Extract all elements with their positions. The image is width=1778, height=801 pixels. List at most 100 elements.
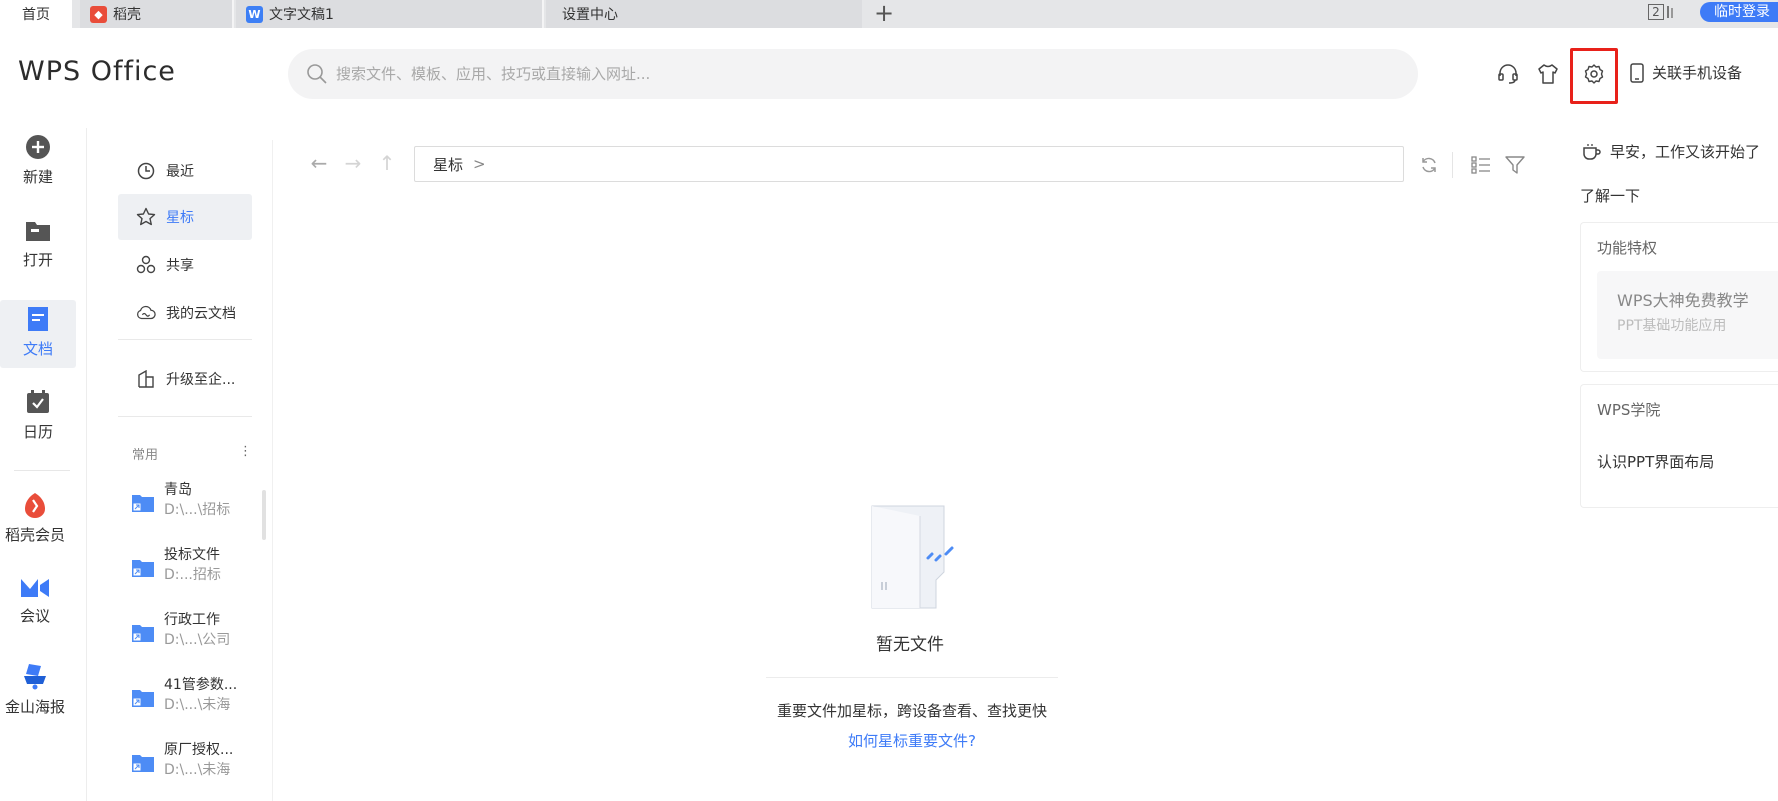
arrow-left-icon: ← bbox=[310, 151, 328, 175]
writer-doc-icon: W bbox=[246, 5, 263, 23]
nav-new-label: 新建 bbox=[22, 168, 53, 186]
toolbar-divider bbox=[1452, 152, 1453, 178]
folder-name: 青岛 bbox=[164, 482, 192, 498]
refresh-icon[interactable] bbox=[1418, 154, 1440, 176]
empty-title: 暂无文件 bbox=[876, 635, 944, 655]
nav-calendar[interactable]: 日历 bbox=[0, 383, 76, 451]
tab-bar: 首页 ◆ 稻壳 W 文字文稿1 设置中心 + 2 临时登录 bbox=[0, 0, 1778, 28]
window-count: 2 bbox=[1648, 4, 1664, 20]
nav-docer-vip[interactable]: 稻壳会员 bbox=[0, 486, 70, 554]
subnav-share[interactable]: 共享 bbox=[118, 242, 252, 288]
plus-icon: + bbox=[873, 0, 895, 27]
tab-settings-center[interactable]: 设置中心 bbox=[546, 0, 862, 28]
filter-icon[interactable] bbox=[1504, 154, 1526, 176]
academy-item[interactable]: 认识PPT界面布局 bbox=[1597, 451, 1714, 472]
subnav-upgrade[interactable]: 升级至企... bbox=[118, 356, 252, 402]
empty-divider bbox=[766, 677, 1058, 678]
nav-poster-label: 金山海报 bbox=[4, 698, 65, 716]
nav-meeting-label: 会议 bbox=[19, 607, 50, 625]
folder-name: 投标文件 bbox=[164, 547, 220, 563]
folder-shortcut-icon bbox=[132, 624, 154, 644]
frequent-folder[interactable]: 投标文件 D:...招标 bbox=[132, 545, 262, 591]
skin-shirt-icon[interactable] bbox=[1536, 62, 1560, 86]
up-button[interactable]: ↑ bbox=[376, 152, 398, 174]
more-vertical-icon[interactable]: ⋮ bbox=[239, 444, 252, 463]
folder-name: 41管参数... bbox=[164, 677, 238, 693]
share-nodes-icon bbox=[136, 255, 156, 275]
chevron-right-icon: > bbox=[473, 155, 486, 173]
folder-path: D:\...\未海 bbox=[164, 697, 231, 713]
learn-more-heading: 了解一下 bbox=[1580, 187, 1641, 205]
path-bar[interactable]: 星标 > bbox=[414, 146, 1404, 182]
building-icon bbox=[136, 369, 156, 389]
video-meeting-icon bbox=[21, 579, 49, 597]
how-to-star-link[interactable]: 如何星标重要文件? bbox=[780, 730, 1044, 751]
folder-open-icon bbox=[26, 222, 50, 241]
tab-settings-label: 设置中心 bbox=[562, 7, 618, 23]
tab-docer-label: 稻壳 bbox=[113, 7, 141, 23]
folder-shortcut-icon bbox=[132, 689, 154, 709]
wps-logo: WPS Office bbox=[18, 56, 176, 87]
cloud-icon bbox=[136, 303, 156, 323]
wps-window: 首页 ◆ 稻壳 W 文字文稿1 设置中心 + 2 临时登录 WPS Office bbox=[0, 0, 1778, 801]
docer-vip-icon bbox=[25, 493, 45, 518]
nav-open-label: 打开 bbox=[22, 251, 53, 269]
tab-home[interactable]: 首页 bbox=[0, 0, 72, 28]
frequent-group-title: 常用 bbox=[132, 448, 159, 463]
subnav-recent[interactable]: 最近 bbox=[118, 148, 252, 194]
temp-login-button[interactable]: 临时登录 bbox=[1700, 2, 1778, 22]
folder-path: D:...招标 bbox=[164, 567, 221, 583]
frequent-folder[interactable]: 行政工作 D:\...\公司 bbox=[132, 610, 262, 656]
search-icon bbox=[307, 64, 327, 84]
nav-documents[interactable]: 文档 bbox=[0, 300, 76, 368]
tab-document[interactable]: W 文字文稿1 bbox=[236, 0, 542, 28]
card-item[interactable]: WPS大神免费教学 PPT基础功能应用 bbox=[1597, 271, 1778, 359]
document-icon bbox=[28, 307, 48, 331]
folder-path: D:\...\未海 bbox=[164, 762, 231, 778]
tab-docer[interactable]: ◆ 稻壳 bbox=[80, 0, 232, 28]
search-input[interactable] bbox=[336, 65, 1386, 83]
frequent-folder[interactable]: 41管参数... D:\...\未海 bbox=[132, 675, 262, 721]
frequent-folder[interactable]: 青岛 D:\...\招标 bbox=[132, 480, 262, 526]
calendar-icon bbox=[27, 390, 49, 413]
headset-icon[interactable] bbox=[1496, 62, 1520, 86]
nav-meeting[interactable]: 会议 bbox=[0, 571, 70, 639]
poster-icon bbox=[24, 664, 46, 690]
link-phone-button[interactable]: 关联手机设备 bbox=[1630, 62, 1742, 83]
settings-gear-icon[interactable] bbox=[1582, 62, 1606, 86]
nav-new[interactable]: 新建 bbox=[0, 128, 76, 196]
window-stack-icon bbox=[1667, 6, 1673, 18]
arrow-up-icon: ↑ bbox=[378, 151, 396, 175]
tab-home-label: 首页 bbox=[22, 7, 50, 23]
list-view-icon[interactable] bbox=[1470, 154, 1492, 176]
subnav-divider bbox=[118, 339, 252, 340]
plus-circle-icon bbox=[26, 135, 50, 159]
empty-folder-illustration bbox=[871, 505, 954, 609]
window-count-button[interactable]: 2 bbox=[1648, 2, 1678, 22]
login-label: 临时登录 bbox=[1714, 4, 1770, 20]
folder-name: 行政工作 bbox=[164, 612, 220, 628]
forward-button[interactable]: → bbox=[342, 152, 364, 174]
nav-documents-label: 文档 bbox=[22, 340, 53, 358]
wps-academy-card[interactable]: WPS学院 认识PPT界面布局 bbox=[1580, 384, 1778, 508]
subnav-cloud-docs[interactable]: 我的云文档 bbox=[118, 290, 252, 336]
sidebar-scrollbar[interactable] bbox=[262, 490, 266, 540]
path-segment[interactable]: 星标 bbox=[433, 154, 463, 175]
phone-icon bbox=[1630, 62, 1644, 83]
new-tab-button[interactable]: + bbox=[872, 0, 896, 28]
nav-divider bbox=[14, 470, 70, 471]
search-bar[interactable] bbox=[288, 49, 1418, 99]
subnav-share-label: 共享 bbox=[166, 258, 194, 274]
greeting: 早安，工作又该开始了 bbox=[1582, 141, 1760, 162]
frequent-group-header: 常用 ⋮ bbox=[132, 444, 252, 463]
subnav-star[interactable]: 星标 bbox=[118, 194, 252, 240]
folder-path: D:\...\招标 bbox=[164, 502, 231, 518]
nav-open[interactable]: 打开 bbox=[0, 213, 76, 281]
frequent-folder[interactable]: 原厂授权... D:\...\未海 bbox=[132, 740, 262, 786]
folder-path: D:\...\公司 bbox=[164, 632, 231, 648]
phone-link-label: 关联手机设备 bbox=[1652, 64, 1743, 82]
card-item-subtitle: PPT基础功能应用 bbox=[1617, 318, 1727, 334]
back-button[interactable]: ← bbox=[308, 152, 330, 174]
nav-poster[interactable]: 金山海报 bbox=[0, 656, 70, 724]
feature-privilege-card[interactable]: 功能特权 WPS大神免费教学 PPT基础功能应用 bbox=[1580, 222, 1778, 372]
